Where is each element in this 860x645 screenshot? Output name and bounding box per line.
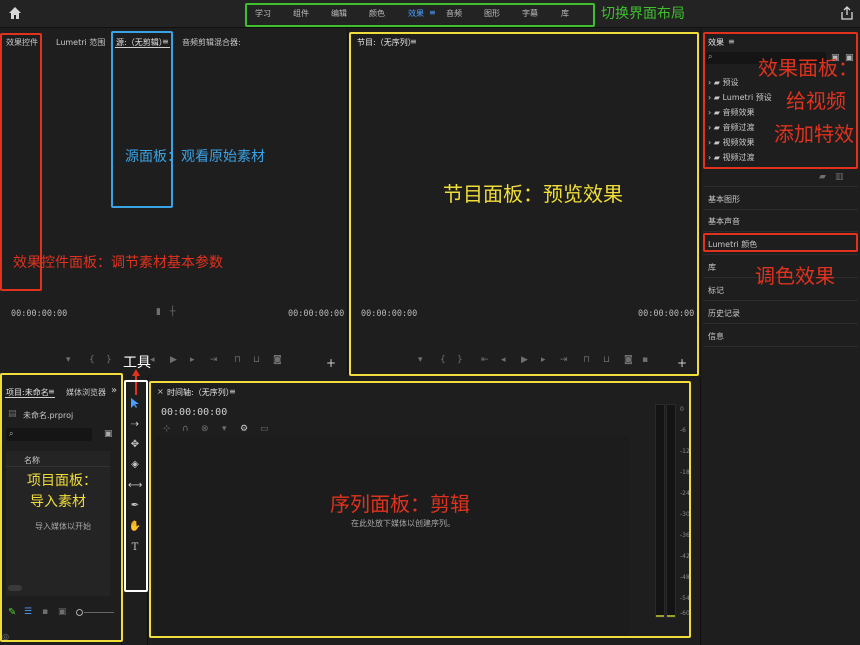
divider [703, 254, 858, 255]
mark-in-icon[interactable]: { [89, 356, 95, 365]
effects-annotation-line2: 给视频 [786, 89, 846, 113]
delete-icon[interactable]: ▥ [835, 173, 844, 182]
panel-essential-sound[interactable]: 基本声音 [708, 216, 740, 227]
play-icon[interactable]: ▶ [170, 356, 177, 365]
step-forward-icon[interactable]: ▸ [190, 356, 195, 365]
workspace-highlight-box [245, 3, 595, 27]
overwrite-icon[interactable]: ⊔ [253, 356, 260, 365]
panel-markers[interactable]: 标记 [708, 285, 724, 296]
source-panel-annotation: 源面板：观看原始素材 [125, 149, 265, 165]
source-add-button-icon[interactable]: + [326, 357, 336, 369]
effect-controls-annotation: 效果控件面板：调节素材基本参数 [13, 255, 223, 271]
workspace-annotation: 切换界面布局 [601, 6, 685, 22]
insert-icon[interactable]: ⊓ [234, 356, 241, 365]
panel-info[interactable]: 信息 [708, 331, 724, 342]
panel-history[interactable]: 历史记录 [708, 308, 740, 319]
program-panel-annotation: 节目面板：预览效果 [443, 182, 623, 206]
camera-icon[interactable]: ◙ [273, 356, 282, 365]
lumetri-annotation: 调色效果 [755, 264, 835, 288]
tab-audio-clip-mixer[interactable]: 音频剪辑混合器: [182, 37, 241, 48]
mark-out-icon[interactable]: } [106, 356, 112, 365]
clip-icon: ▮ [156, 307, 161, 317]
sequence-panel-annotation: 序列面板：剪辑 [330, 492, 470, 516]
source-panel-group [0, 29, 348, 374]
source-timecode-in[interactable]: 00:00:00:00 [11, 309, 67, 319]
divider [703, 346, 858, 347]
panel-essential-graphics[interactable]: 基本图形 [708, 194, 740, 205]
source-highlight-box [111, 31, 173, 208]
divider [703, 209, 858, 210]
lumetri-highlight-box [703, 233, 858, 252]
tab-lumetri-scope[interactable]: Lumetri 范围 [56, 37, 105, 48]
panel-libraries[interactable]: 库 [708, 262, 716, 273]
project-annotation-line2: 导入素材 [30, 494, 86, 510]
source-timecode-out[interactable]: 00:00:00:00 [288, 309, 344, 319]
marker-icon[interactable]: ▾ [66, 356, 71, 365]
effects-annotation-line3: 添加特效 [774, 122, 854, 146]
go-to-out-icon[interactable]: ⇥ [210, 356, 218, 365]
split-icon: ┼ [170, 307, 176, 317]
tools-highlight-box [124, 380, 148, 592]
project-annotation-line1: 项目面板： [27, 473, 97, 489]
home-icon[interactable] [8, 6, 22, 20]
new-bin-icon[interactable]: ▰ [819, 173, 826, 182]
divider [703, 231, 858, 232]
share-icon[interactable] [841, 6, 853, 20]
divider [703, 323, 858, 324]
divider [703, 186, 858, 187]
effects-annotation-line1: 效果面板： [758, 56, 858, 80]
divider [703, 300, 858, 301]
